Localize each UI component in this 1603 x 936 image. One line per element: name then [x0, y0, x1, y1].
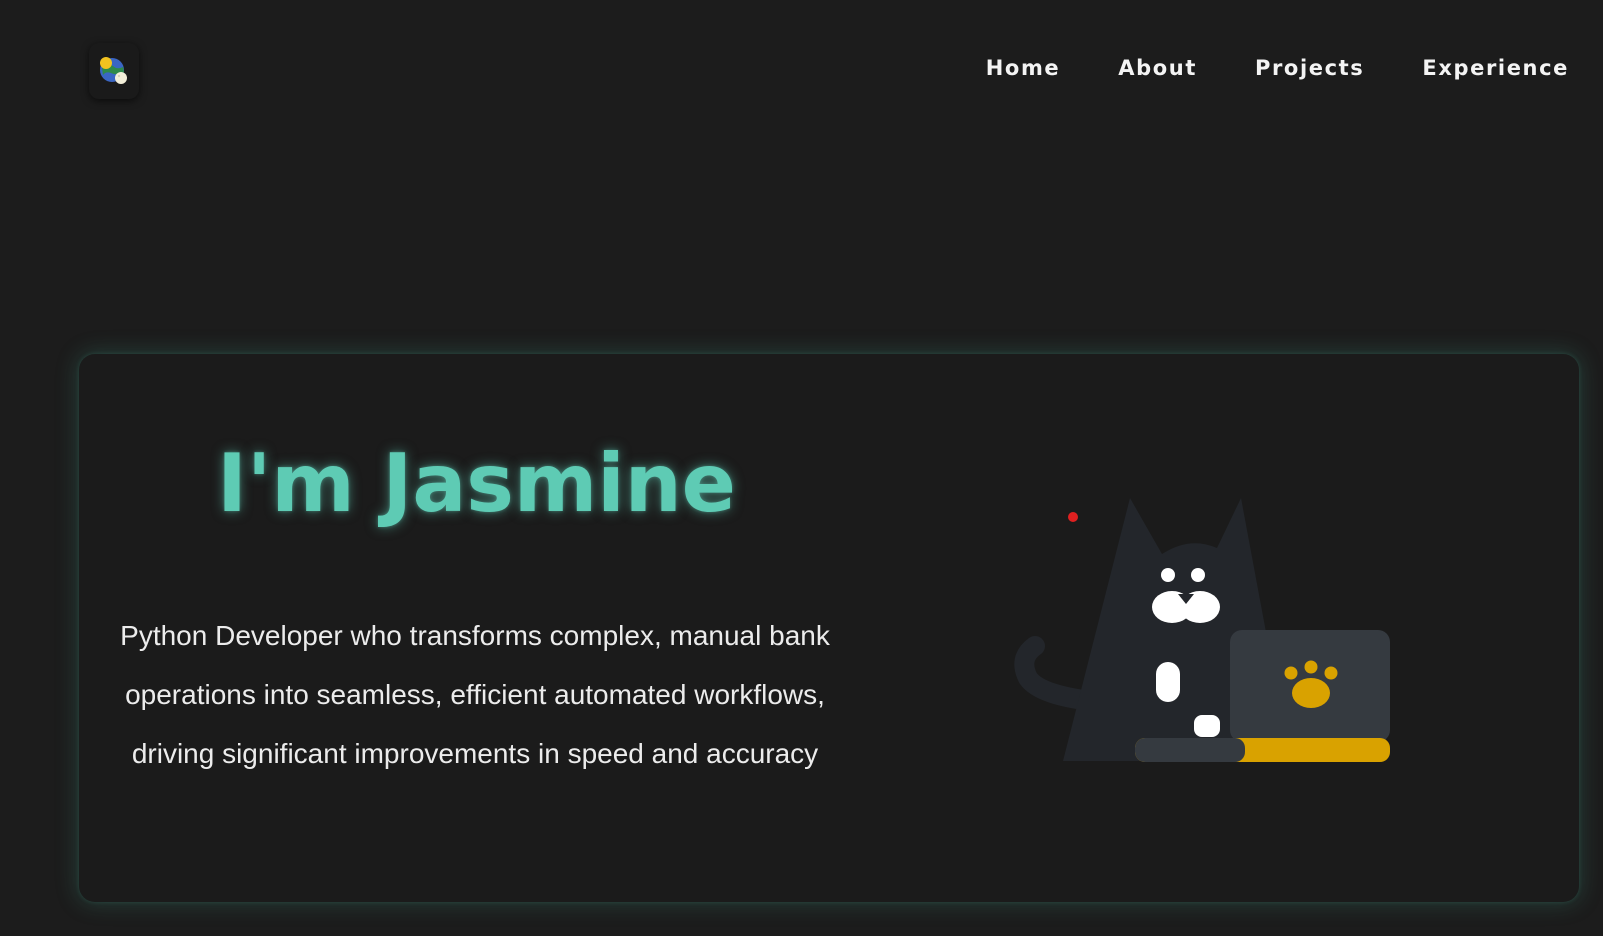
hero-title: I'm Jasmine: [217, 437, 736, 530]
globe-sun-moon-icon: [100, 57, 127, 84]
cat-arm-on-laptop: [1135, 738, 1245, 762]
paw-pad: [1292, 678, 1330, 708]
nav-experience[interactable]: Experience: [1422, 56, 1569, 80]
cat-chest-mark: [1156, 662, 1180, 702]
nav-home[interactable]: Home: [986, 56, 1061, 80]
main-nav: Home About Projects Experience: [928, 56, 1569, 80]
paw-toe-1: [1284, 666, 1298, 680]
paw-toe-2: [1304, 660, 1318, 674]
cat-eye-right: [1191, 568, 1205, 582]
top-navigation-bar: Home About Projects Experience: [0, 0, 1603, 140]
cat-paw: [1194, 715, 1220, 737]
cat-with-laptop-icon: [1014, 498, 1390, 762]
nav-projects[interactable]: Projects: [1255, 56, 1364, 80]
paw-toe-3: [1324, 666, 1338, 680]
laser-dot: [1068, 512, 1078, 522]
nav-about[interactable]: About: [1118, 56, 1197, 80]
site-logo[interactable]: [89, 43, 139, 99]
cat-eye-left: [1161, 568, 1175, 582]
hero-description: Python Developer who transforms complex,…: [120, 620, 830, 769]
